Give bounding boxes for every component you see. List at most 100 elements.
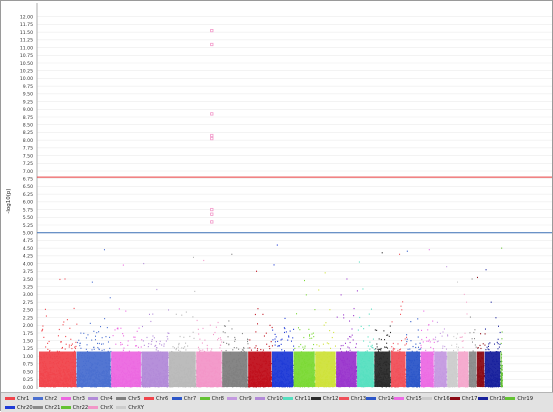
data-point (290, 331, 291, 332)
data-point (133, 337, 134, 338)
data-point (123, 265, 124, 266)
data-point (304, 280, 305, 281)
data-point (97, 347, 98, 348)
data-point (43, 337, 44, 338)
y-tick-label: 5.75 (23, 207, 33, 213)
data-point (314, 309, 315, 310)
y-tick-label: 4.75 (23, 238, 33, 244)
data-point (234, 337, 235, 338)
data-point (248, 348, 249, 349)
significant-point (211, 29, 213, 31)
data-point (272, 330, 273, 331)
data-point (325, 272, 326, 273)
data-point (288, 335, 289, 336)
data-point (272, 345, 273, 346)
data-point (198, 329, 199, 330)
data-point (194, 291, 195, 292)
data-point (144, 345, 145, 346)
data-point (220, 339, 221, 340)
data-point (353, 339, 354, 340)
data-point (207, 345, 208, 346)
data-point (355, 347, 356, 348)
y-tick-label: 7.25 (23, 161, 33, 167)
data-point (99, 343, 100, 344)
data-point (202, 349, 203, 350)
data-point (168, 309, 169, 310)
data-point (168, 333, 169, 334)
data-point (284, 332, 285, 333)
y-tick-label: 9.25 (23, 99, 33, 105)
data-point (96, 332, 97, 333)
data-point (243, 348, 244, 349)
data-point (313, 336, 314, 337)
y-tick-label: 12.00 (20, 15, 33, 21)
data-point (142, 326, 143, 327)
data-point (108, 341, 109, 342)
data-point (255, 314, 256, 315)
data-point (225, 332, 226, 333)
data-point (266, 333, 267, 334)
data-point (185, 343, 186, 344)
data-point (46, 315, 47, 316)
data-point (198, 347, 199, 348)
data-point (306, 294, 307, 295)
data-point-band (196, 352, 221, 387)
data-point (80, 348, 81, 349)
data-point (221, 350, 222, 351)
data-point (296, 313, 297, 314)
data-point (151, 344, 152, 345)
data-point (293, 349, 294, 350)
data-point (256, 271, 257, 272)
data-point (221, 341, 222, 342)
data-point (104, 249, 105, 250)
data-point (151, 341, 152, 342)
y-tick-label: 9.75 (23, 84, 33, 90)
data-point (318, 289, 319, 290)
data-point (102, 337, 103, 338)
data-point (115, 344, 116, 345)
data-point (59, 329, 60, 330)
data-point (234, 341, 235, 342)
data-point (102, 350, 103, 351)
y-tick-label: 11.00 (20, 45, 33, 51)
data-point (304, 348, 305, 349)
data-point (154, 346, 155, 347)
data-point (298, 327, 299, 328)
data-point (354, 308, 355, 309)
y-tick-label: 2.00 (23, 323, 33, 329)
y-tick-label: 9.50 (23, 92, 33, 98)
data-point (298, 346, 299, 347)
data-point (213, 334, 214, 335)
data-point (350, 350, 351, 351)
data-point-band (336, 352, 356, 387)
data-point (42, 325, 43, 326)
data-point-band (111, 352, 141, 387)
data-point (186, 311, 187, 312)
data-point (58, 335, 59, 336)
data-point (271, 341, 272, 342)
data-point (218, 338, 219, 339)
data-point (332, 337, 333, 338)
data-point (134, 339, 135, 340)
data-point (247, 341, 248, 342)
data-point (311, 338, 312, 339)
data-point (166, 340, 167, 341)
data-point (156, 289, 157, 290)
data-point (278, 345, 279, 346)
data-point (293, 346, 294, 347)
data-point (180, 336, 181, 337)
data-point (203, 260, 204, 261)
data-point (193, 257, 194, 258)
data-point (269, 346, 270, 347)
data-point (323, 344, 324, 345)
data-point (272, 339, 273, 340)
data-point (71, 348, 72, 349)
data-point (113, 335, 114, 336)
data-point (150, 321, 151, 322)
data-point (67, 319, 68, 320)
data-point (302, 347, 303, 348)
data-point (75, 348, 76, 349)
data-point (224, 325, 225, 326)
data-point (149, 314, 150, 315)
data-point (87, 344, 88, 345)
